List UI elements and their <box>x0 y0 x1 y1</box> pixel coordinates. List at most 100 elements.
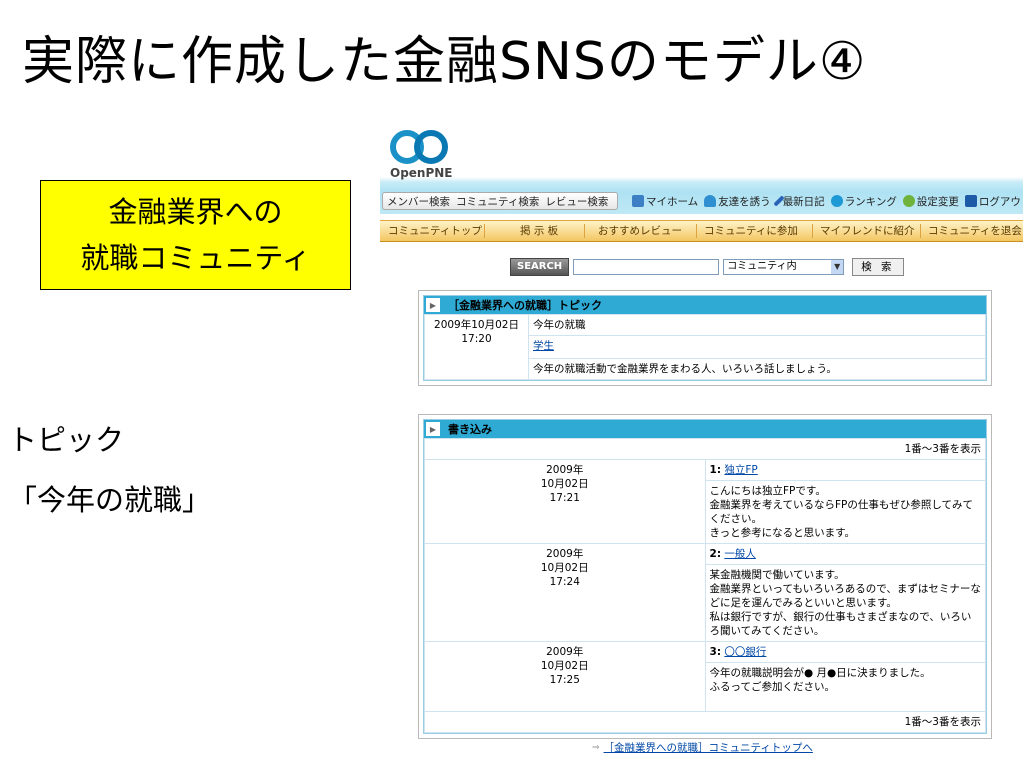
logout-icon <box>964 195 977 207</box>
comment-time: 17:25 <box>549 674 580 686</box>
comment-date-day: 10月02日 <box>540 478 589 490</box>
nav-item-latest-diary[interactable]: 最新日記 <box>773 194 825 209</box>
comment-body: こんにちは独立FPです。 金融業界を考えているならFPの仕事もぜひ参照してみてく… <box>704 480 986 544</box>
comment-date: 2009年 10月02日 17:25 <box>424 641 706 712</box>
comment-line: 今年の就職説明会が● 月●日に決まりました。 <box>709 667 931 679</box>
community-menu: コミュニティトップ 掲 示 板 おすすめレビュー コミュニティに参加 マイフレン… <box>380 220 1023 242</box>
comment-body: 今年の就職説明会が● 月●日に決まりました。 ふるってご参加ください。 <box>704 662 986 712</box>
topic-title: 今年の就職 <box>528 314 986 336</box>
comment-date-year: 2009年 <box>546 464 584 476</box>
topic-author-link[interactable]: 学生 <box>533 340 554 352</box>
arrow-right-icon: ⇒ <box>592 742 600 753</box>
menu-introduce-friend[interactable]: マイフレンドに紹介 <box>820 221 915 241</box>
comment-author-link[interactable]: 独立FP <box>724 464 757 476</box>
search-label: SEARCH <box>510 258 570 276</box>
nav-item-ranking[interactable]: ランキング <box>830 194 897 209</box>
topic-date-text: 2009年10月02日 <box>434 319 519 331</box>
topic-body: 今年の就職活動で金融業界をまわる人、いろいろ話しましょう。 <box>528 358 986 380</box>
comment-line: 私は銀行ですが、銀行の仕事もさまざまなので、いろいろ聞いてみてください。 <box>709 611 972 637</box>
topic-date: 2009年10月02日 17:20 <box>424 314 529 380</box>
comment-author-link[interactable]: 一般人 <box>724 548 756 560</box>
comment-header: 3: 〇〇銀行 <box>704 641 986 663</box>
search-submit-button[interactable]: 検 索 <box>852 258 904 276</box>
comment-date-year: 2009年 <box>546 646 584 658</box>
topic-name-label: 「今年の就職」 <box>8 483 212 517</box>
ranking-icon <box>830 195 843 207</box>
nav-label: ランキング <box>844 195 897 208</box>
table-row: 1番～3番を表示 <box>424 438 986 460</box>
comment-row: 2009年 10月02日 17:21 1: 独立FP <box>424 459 986 544</box>
comment-date-year: 2009年 <box>546 548 584 560</box>
search-nav: メンバー検索 コミュニティ検索 レビュー検索 <box>382 192 618 210</box>
comment-header: 2: 一般人 <box>704 543 986 565</box>
review-search-link[interactable]: レビュー検索 <box>545 194 608 209</box>
logo-ring-icon <box>414 130 448 164</box>
comment-line: 金融業界といってもいろいろあるので、まずはセミナーなどに足を運んでみるといいと思… <box>709 583 981 609</box>
topic-panel-title: ［金融業界への就職］トピック <box>448 299 602 312</box>
comment-line: きっと参考になると思います。 <box>709 527 856 539</box>
nav-item-myhome[interactable]: マイホーム <box>632 194 698 209</box>
comment-line: 金融業界を考えているならFPの仕事もぜひ参照してみてください。 <box>709 499 974 525</box>
nav-item-logout[interactable]: ログアウト <box>964 194 1023 209</box>
gear-icon <box>902 195 915 207</box>
menu-bbs[interactable]: 掲 示 板 <box>520 221 558 241</box>
comment-line: こんにちは独立FPです。 <box>709 485 826 497</box>
comment-date-day: 10月02日 <box>540 562 589 574</box>
topic-time-text: 17:20 <box>461 333 492 345</box>
slide-title: 実際に作成した金融SNSのモデル④ <box>22 32 867 92</box>
comments-panel-title: 書き込み <box>448 423 492 436</box>
openpne-logo[interactable]: OpenPNE <box>390 130 460 180</box>
range-top: 1番～3番を表示 <box>424 438 986 460</box>
comment-time: 17:24 <box>549 576 580 588</box>
callout-line-1: 金融業界への <box>108 195 283 229</box>
comment-body: 某金融機関で働いています。 金融業界といってもいろいろあるので、まずはセミナーな… <box>704 564 986 642</box>
comment-date: 2009年 10月02日 17:24 <box>424 543 706 642</box>
logo-text: OpenPNE <box>390 166 453 180</box>
range-bottom: 1番～3番を表示 <box>424 711 986 733</box>
menu-recommended-review[interactable]: おすすめレビュー <box>598 221 682 241</box>
comment-row: 2009年 10月02日 17:24 2: 一般人 <box>424 543 986 642</box>
comment-line: 某金融機関で働いています。 <box>709 569 845 581</box>
comment-date-day: 10月02日 <box>540 660 589 672</box>
topic-panel: ▶ ［金融業界への就職］トピック 2009年10月02日 17:20 今年の就職… <box>418 290 992 386</box>
comments-panel-header: ▶ 書き込み <box>424 420 986 438</box>
scope-selected-value: コミュニティ内 <box>727 261 797 272</box>
menu-join-community[interactable]: コミュニティに参加 <box>704 221 798 241</box>
comment-row: 2009年 10月02日 17:25 3: 〇〇銀行 <box>424 641 986 712</box>
community-search-form: SEARCH コミュニティ内 ▼ 検 索 <box>510 258 904 276</box>
topic-panel-header: ▶ ［金融業界への就職］トピック <box>424 296 986 314</box>
search-scope-select[interactable]: コミュニティ内 ▼ <box>723 259 845 275</box>
nav-label: 友達を誘う <box>718 195 771 208</box>
nav-item-settings[interactable]: 設定変更 <box>902 194 959 209</box>
nav-label: ログアウト <box>978 195 1023 208</box>
comment-number: 3 <box>709 646 717 658</box>
topic-table: 2009年10月02日 17:20 今年の就職 学生 今年の就職活動で金融業界を… <box>424 314 986 380</box>
member-search-link[interactable]: メンバー検索 <box>387 194 450 209</box>
comment-header: 1: 独立FP <box>704 459 986 481</box>
arrow-right-icon: ▶ <box>426 422 440 436</box>
chevron-down-icon: ▼ <box>831 260 844 274</box>
nav-label: マイホーム <box>646 195 699 208</box>
nav-label: 最新日記 <box>782 195 825 208</box>
nav-label: 設定変更 <box>916 195 959 208</box>
top-nav: マイホーム 友達を誘う 最新日記 ランキング 設定変更 ログアウト <box>632 192 1023 210</box>
topic-label: トピック <box>8 423 125 457</box>
menu-community-top[interactable]: コミュニティトップ <box>388 221 482 241</box>
menu-leave-community[interactable]: コミュニティを退会 <box>928 221 1022 241</box>
home-icon <box>632 195 644 207</box>
comments-table: 1番～3番を表示 2009年 10月02日 17:21 1: 独立FP こんにち… <box>424 438 986 733</box>
site-header: OpenPNE メンバー検索 コミュニティ検索 レビュー検索 マイホーム 友達を… <box>380 122 1023 214</box>
arrow-right-icon: ▶ <box>426 298 440 312</box>
community-search-link[interactable]: コミュニティ検索 <box>456 194 539 209</box>
nav-item-invite[interactable]: 友達を誘う <box>704 194 771 209</box>
community-top-link-row: ⇒ ［金融業界への就職］コミュニティトップへ <box>592 740 813 755</box>
openpne-screenshot: OpenPNE メンバー検索 コミュニティ検索 レビュー検索 マイホーム 友達を… <box>380 122 1023 767</box>
comment-author-link[interactable]: 〇〇銀行 <box>724 646 766 658</box>
search-input[interactable] <box>573 259 720 275</box>
comment-number: 1 <box>709 464 717 476</box>
user-icon <box>704 195 717 207</box>
comment-time: 17:21 <box>549 492 580 504</box>
community-top-link[interactable]: ［金融業界への就職］コミュニティトップへ <box>604 740 813 755</box>
comments-panel: ▶ 書き込み 1番～3番を表示 2009年 10月02日 17:21 1: 独立… <box>418 414 992 739</box>
callout-line-2: 就職コミュニティ <box>80 241 311 275</box>
